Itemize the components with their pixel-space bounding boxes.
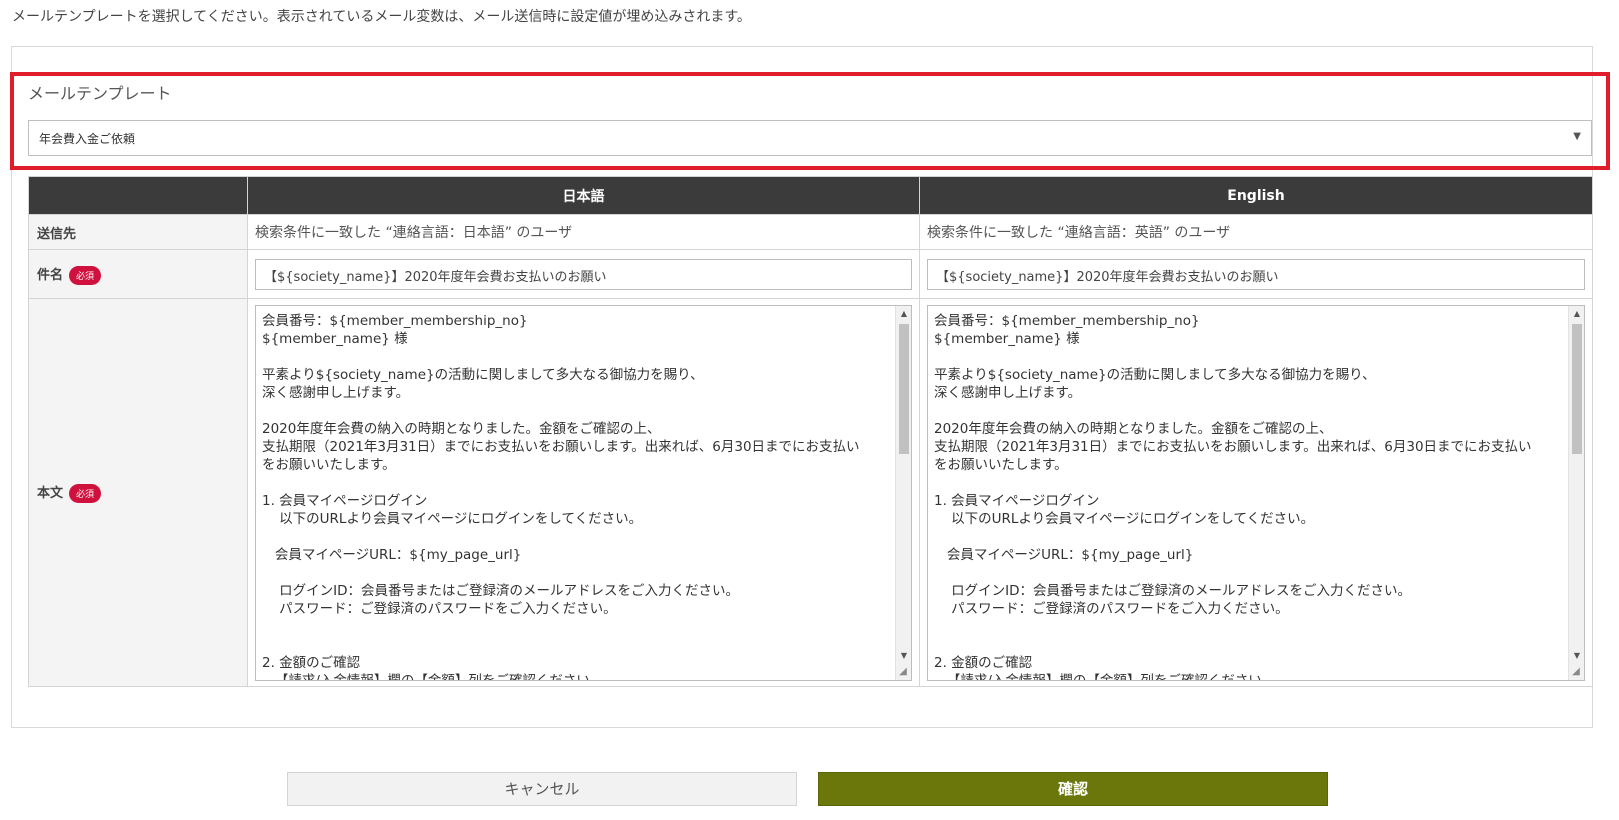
subject-ja-input[interactable]: 【${society_name}】2020年度年会費お支払いのお願い [255,258,912,290]
recipient-en: 検索条件に一致した “連絡言語：英語” のユーザ [919,214,1593,250]
body-en-cell: 会員番号：${member_membership_no} ${member_na… [919,298,1593,687]
template-label: メールテンプレート [28,84,172,103]
recipient-label: 送信先 [28,214,248,250]
scroll-thumb[interactable] [899,323,909,454]
body-en-scrollbar[interactable]: ▲ ▼ [1568,305,1584,680]
page-instruction: メールテンプレートを選択してください。表示されているメール変数は、メール送信時に… [12,9,751,25]
subject-en-cell: 【${society_name}】2020年度年会費お支払いのお願い [919,249,1593,299]
body-en-textarea[interactable]: 会員番号：${member_membership_no} ${member_na… [927,304,1585,681]
body-row-header: 本文 必須 [28,298,248,687]
body-label: 本文 [37,486,64,501]
body-ja-textarea[interactable]: 会員番号：${member_membership_no} ${member_na… [255,304,912,681]
scroll-down-icon[interactable]: ▼ [896,648,911,664]
template-select-value: 年会費入金ご依頼 [39,132,136,146]
header-english: English [919,176,1593,215]
cancel-button[interactable]: キャンセル [287,772,797,806]
template-select[interactable]: 年会費入金ご依頼 ▼ [28,120,1592,156]
header-blank [28,176,248,215]
body-ja-text: 会員番号：${member_membership_no} ${member_na… [262,312,860,681]
subject-label: 件名 [37,267,64,283]
scroll-up-icon[interactable]: ▲ [896,306,911,322]
resize-grip-icon[interactable]: ◢ [896,665,910,679]
mail-content-table: 日本語 English 送信先 検索条件に一致した “連絡言語：日本語” のユー… [28,176,1593,687]
scroll-thumb[interactable] [1572,323,1582,454]
chevron-down-icon: ▼ [1573,131,1581,142]
scroll-down-icon[interactable]: ▼ [1569,648,1584,664]
scroll-up-icon[interactable]: ▲ [1569,306,1584,322]
confirm-button[interactable]: 確認 [818,772,1328,806]
subject-ja-cell: 【${society_name}】2020年度年会費お支払いのお願い [247,249,920,299]
subject-en-input[interactable]: 【${society_name}】2020年度年会費お支払いのお願い [927,258,1585,290]
body-ja-scrollbar[interactable]: ▲ ▼ [895,305,911,680]
body-ja-cell: 会員番号：${member_membership_no} ${member_na… [247,298,920,687]
resize-grip-icon[interactable]: ◢ [1569,665,1583,679]
recipient-ja: 検索条件に一致した “連絡言語：日本語” のユーザ [247,214,920,250]
required-badge: 必須 [69,484,102,503]
required-badge: 必須 [69,265,102,285]
header-japanese: 日本語 [247,176,920,215]
body-en-text: 会員番号：${member_membership_no} ${member_na… [934,312,1532,681]
subject-row-header: 件名 必須 [28,249,248,299]
